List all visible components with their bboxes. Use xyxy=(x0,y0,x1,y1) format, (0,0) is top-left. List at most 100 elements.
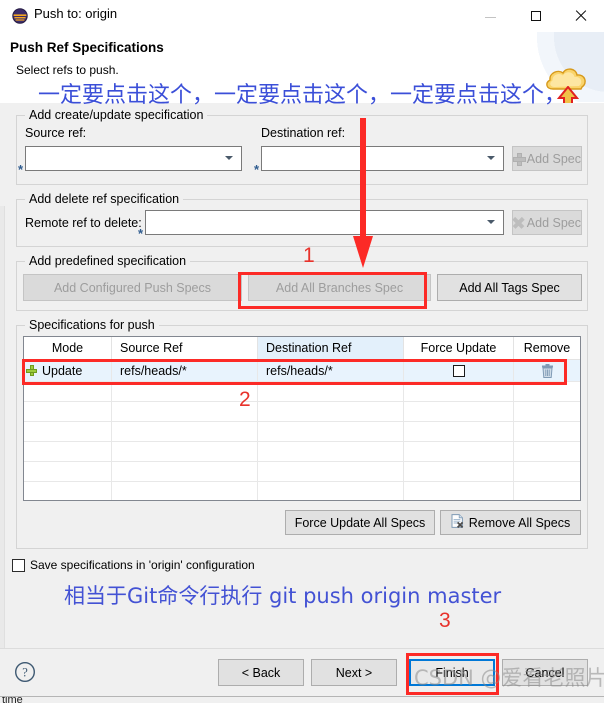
source-ref-combo[interactable] xyxy=(25,146,242,171)
annotation-top-chinese: 一定要点击这个，一定要点击这个，一定要点击这个， xyxy=(38,83,567,108)
cell-empty xyxy=(404,442,514,462)
remove-all-specs-button[interactable]: Remove All Specs xyxy=(440,510,581,535)
cell-empty xyxy=(112,402,258,422)
cell-empty xyxy=(112,422,258,442)
cell-empty xyxy=(404,482,514,500)
save-specifications-checkbox[interactable] xyxy=(12,558,25,572)
table-row-empty[interactable] xyxy=(24,402,580,422)
cell-remove[interactable] xyxy=(514,360,580,382)
column-header-mode[interactable]: Mode xyxy=(24,337,112,359)
table-row[interactable]: Update refs/heads/* refs/heads/* xyxy=(24,360,580,382)
force-update-checkbox[interactable] xyxy=(452,364,465,377)
cell-empty xyxy=(514,442,580,462)
cell-empty xyxy=(404,422,514,442)
source-ref-label: Source ref: xyxy=(25,126,87,140)
x-icon xyxy=(513,217,522,228)
remote-ref-combo[interactable] xyxy=(145,210,504,235)
help-question-icon[interactable]: ? xyxy=(14,661,36,683)
predefined-spec-group-label: Add predefined specification xyxy=(25,254,191,268)
column-header-remove[interactable]: Remove xyxy=(514,337,580,359)
delete-ref-group-label: Add delete ref specification xyxy=(25,192,184,206)
page-subtitle: Select refs to push. xyxy=(16,63,119,77)
plus-icon xyxy=(513,153,526,166)
red-down-arrow-icon xyxy=(353,118,373,268)
cell-empty xyxy=(258,422,404,442)
save-specifications-row[interactable]: Save specifications in 'origin' configur… xyxy=(12,558,255,572)
eclipse-logo-icon xyxy=(12,8,28,24)
background-window-text: time xyxy=(2,696,23,703)
table-row-empty[interactable] xyxy=(24,382,580,402)
background-window-strip: time xyxy=(0,696,604,703)
add-configured-push-specs-label: Add Configured Push Specs xyxy=(53,280,212,295)
watermark: CSDN @爱看老照片 xyxy=(414,666,604,690)
cell-empty xyxy=(258,402,404,422)
add-all-tags-spec-button[interactable]: Add All Tags Spec xyxy=(437,274,582,301)
cell-empty xyxy=(24,402,112,422)
cell-empty xyxy=(24,482,112,500)
cell-empty xyxy=(258,462,404,482)
table-header-row: Mode Source Ref Destination Ref Force Up… xyxy=(24,337,580,360)
cell-empty xyxy=(258,382,404,402)
add-spec-create-label: Add Spec xyxy=(526,151,581,166)
table-row-empty[interactable] xyxy=(24,462,580,482)
close-icon xyxy=(575,10,587,22)
force-update-all-specs-button[interactable]: Force Update All Specs xyxy=(285,510,435,535)
chevron-down-icon xyxy=(487,156,495,160)
cell-empty xyxy=(112,442,258,462)
table-row-empty[interactable] xyxy=(24,442,580,462)
push-specs-table[interactable]: Mode Source Ref Destination Ref Force Up… xyxy=(23,336,581,501)
cell-empty xyxy=(112,462,258,482)
maximize-icon xyxy=(530,10,541,21)
annotation-step-1: 1 xyxy=(303,244,315,267)
column-header-force-update[interactable]: Force Update xyxy=(404,337,514,359)
add-spec-create-button[interactable]: Add Spec xyxy=(512,146,582,171)
predefined-spec-group: Add predefined specification Add Configu… xyxy=(16,254,588,311)
create-update-group: Add create/update specification Source r… xyxy=(16,108,588,185)
cell-source-ref: refs/heads/* xyxy=(112,360,258,382)
table-row-empty[interactable] xyxy=(24,482,580,500)
remote-ref-label: Remote ref to delete: xyxy=(25,216,142,230)
chevron-down-icon xyxy=(225,156,233,160)
add-spec-delete-button[interactable]: Add Spec xyxy=(512,210,582,235)
destination-ref-combo[interactable] xyxy=(261,146,504,171)
cell-empty xyxy=(112,382,258,402)
push-to-origin-dialog: Push to: origin Push Ref Specifications … xyxy=(0,0,604,703)
window-title: Push to: origin xyxy=(34,6,118,21)
close-button[interactable] xyxy=(558,0,603,31)
cell-empty xyxy=(404,402,514,422)
document-delete-icon xyxy=(451,514,464,531)
next-button[interactable]: Next > xyxy=(311,659,397,686)
table-row-empty[interactable] xyxy=(24,422,580,442)
chevron-down-icon xyxy=(487,220,495,224)
cell-force-update[interactable] xyxy=(404,360,514,382)
maximize-button[interactable] xyxy=(513,0,558,31)
cell-empty xyxy=(514,482,580,500)
specifications-group-label: Specifications for push xyxy=(25,318,159,332)
cell-destination-ref: refs/heads/* xyxy=(258,360,404,382)
annotation-bottom-chinese: 相当于Git命令行执行 git push origin master xyxy=(64,584,502,608)
minimize-button[interactable] xyxy=(468,0,513,31)
title-bar: Push to: origin xyxy=(0,0,604,33)
cell-empty xyxy=(24,382,112,402)
cell-empty xyxy=(24,422,112,442)
cell-empty xyxy=(404,382,514,402)
column-header-source-ref[interactable]: Source Ref xyxy=(112,337,258,359)
specifications-for-push-group: Specifications for push Mode Source Ref … xyxy=(16,318,588,549)
trash-icon[interactable] xyxy=(541,363,554,378)
remote-ref-required-marker: * xyxy=(138,226,144,241)
column-header-destination-ref[interactable]: Destination Ref xyxy=(258,337,404,359)
cell-empty xyxy=(514,382,580,402)
cell-empty xyxy=(514,462,580,482)
add-all-branches-spec-button[interactable]: Add All Branches Spec xyxy=(248,274,431,301)
cell-empty xyxy=(404,462,514,482)
annotation-step-2: 2 xyxy=(239,388,251,411)
left-edge-strip xyxy=(0,206,5,703)
create-update-group-label: Add create/update specification xyxy=(25,108,208,122)
back-button[interactable]: < Back xyxy=(218,659,304,686)
add-all-tags-spec-label: Add All Tags Spec xyxy=(459,280,560,295)
annotation-step-3: 3 xyxy=(439,609,451,632)
force-update-all-specs-label: Force Update All Specs xyxy=(294,515,426,530)
add-configured-push-specs-button[interactable]: Add Configured Push Specs xyxy=(23,274,242,301)
add-spec-delete-label: Add Spec xyxy=(526,215,581,230)
cell-empty xyxy=(24,442,112,462)
